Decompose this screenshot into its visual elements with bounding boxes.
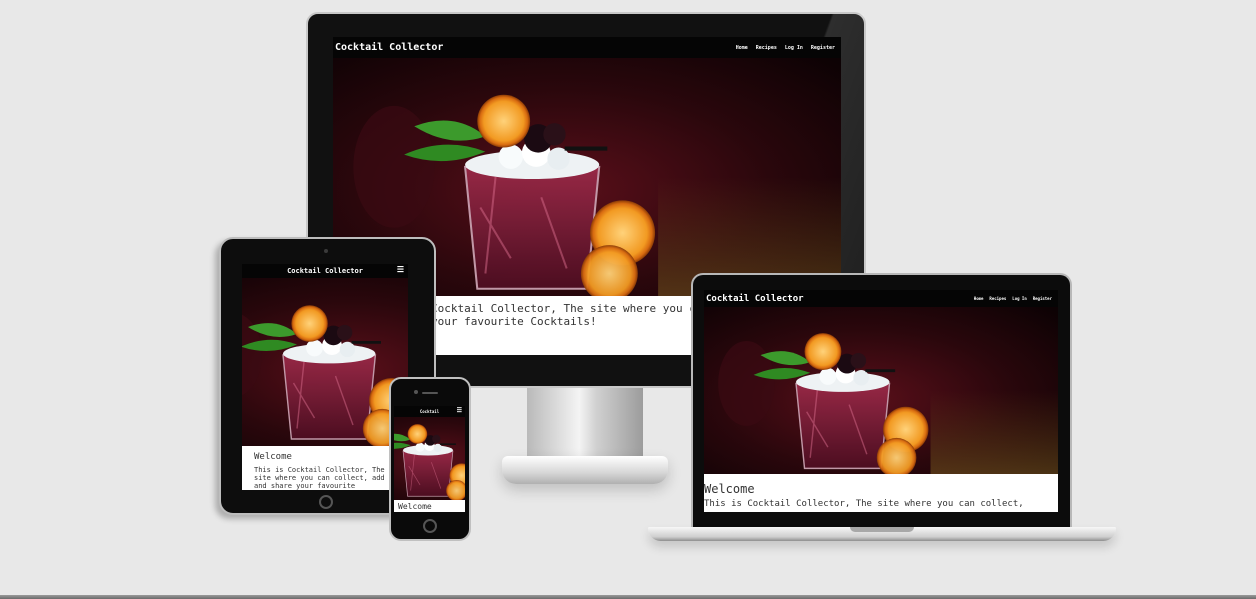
- hero-cocktail-image: [242, 278, 408, 446]
- nav-recipes-link[interactable]: Recipes: [989, 296, 1006, 301]
- monitor-stand: [527, 388, 643, 458]
- navbar: Cocktail Collector ☰: [242, 264, 408, 278]
- welcome-title: Welcome: [254, 452, 292, 462]
- phone-speaker: [422, 392, 438, 394]
- hamburger-icon[interactable]: ☰: [397, 265, 404, 274]
- phone-site-screen: Cocktail ☰ Welcome: [394, 406, 465, 512]
- tablet-camera: [324, 249, 328, 253]
- nav-home-link[interactable]: Home: [736, 45, 748, 51]
- navbar: Cocktail ☰: [394, 406, 465, 417]
- nav-register-link[interactable]: Register: [811, 45, 835, 51]
- nav-register-link[interactable]: Register: [1033, 296, 1052, 301]
- hero-cocktail-image: [394, 417, 465, 500]
- nav-login-link[interactable]: Log In: [785, 45, 803, 51]
- welcome-section: Welcome: [394, 500, 465, 512]
- welcome-section: Welcome This is Cocktail Collector, The …: [704, 474, 1058, 512]
- phone-camera: [414, 390, 418, 394]
- nav-links: Home Recipes Log In Register: [728, 45, 835, 51]
- site-brand[interactable]: Cocktail Collector: [706, 294, 804, 304]
- site-brand[interactable]: Cocktail Collector: [287, 267, 363, 275]
- nav-links: Home Recipes Log In Register: [968, 296, 1052, 301]
- site-brand[interactable]: Cocktail Collector: [335, 42, 443, 53]
- hamburger-icon[interactable]: ☰: [457, 407, 462, 414]
- nav-home-link[interactable]: Home: [974, 296, 984, 301]
- welcome-text: This is Cocktail Collector, The site whe…: [254, 466, 385, 490]
- nav-login-link[interactable]: Log In: [1012, 296, 1026, 301]
- welcome-text: This is Cocktail Collector, The site whe…: [704, 499, 1024, 509]
- site-brand[interactable]: Cocktail: [420, 409, 439, 414]
- laptop-notch: [850, 527, 914, 532]
- laptop-site-screen: Cocktail Collector Home Recipes Log In R…: [704, 290, 1058, 512]
- bottom-border: [0, 595, 1256, 599]
- hero-cocktail-image: [704, 307, 1058, 474]
- welcome-title: Welcome: [704, 482, 755, 496]
- monitor-base: [502, 456, 668, 484]
- nav-recipes-link[interactable]: Recipes: [756, 45, 777, 51]
- welcome-title: Welcome: [398, 502, 432, 511]
- phone-home-button: [423, 519, 437, 533]
- welcome-section: Welcome This is Cocktail Collector, The …: [242, 446, 408, 490]
- navbar: Cocktail Collector Home Recipes Log In R…: [704, 290, 1058, 307]
- tablet-site-screen: Cocktail Collector ☰ Welcome This is Coc…: [242, 264, 408, 490]
- tablet-home-button: [319, 495, 333, 509]
- navbar: Cocktail Collector Home Recipes Log In R…: [333, 37, 841, 58]
